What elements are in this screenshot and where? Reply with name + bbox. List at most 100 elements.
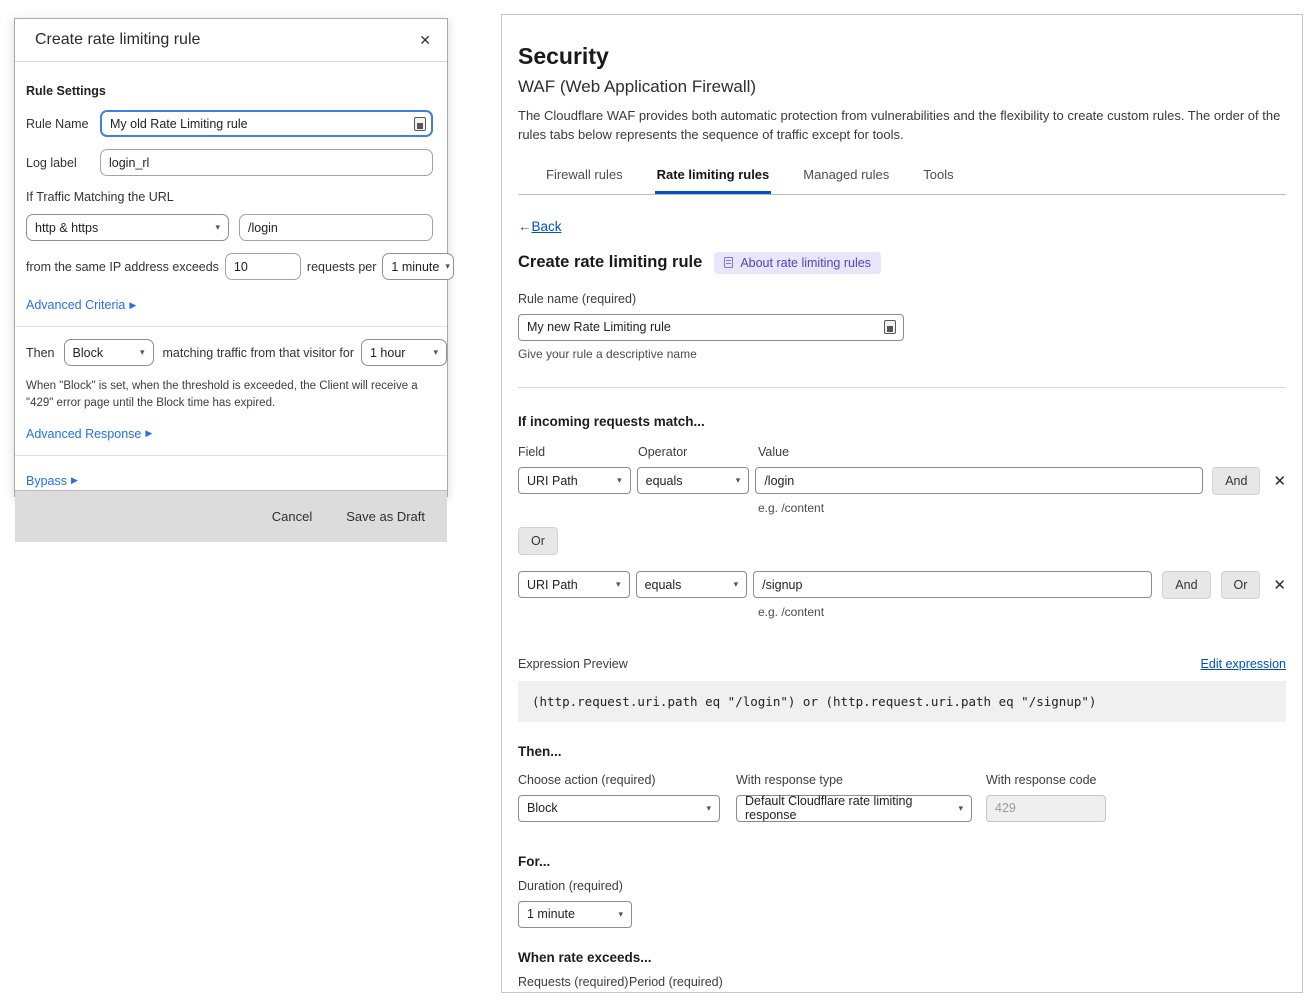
remove-row-icon[interactable]: ✕	[1273, 472, 1286, 490]
rule-name-input[interactable]	[100, 110, 433, 137]
log-label-label: Log label	[26, 156, 100, 170]
threshold-row: from the same IP address exceeds request…	[26, 253, 433, 280]
disclosure-icon: ▶	[71, 475, 78, 486]
form-title: Create rate limiting rule	[518, 253, 702, 272]
chevron-down-icon: ▾	[616, 579, 621, 590]
value-column-label: Value	[758, 445, 789, 459]
chevron-down-icon: ▾	[445, 261, 450, 272]
or-button[interactable]: Or	[1221, 571, 1261, 599]
then-row: Then Block ▾ matching traffic from that …	[26, 339, 433, 366]
then-label: Then	[26, 346, 55, 360]
back-arrow-icon: ←	[518, 219, 532, 234]
modal-header: Create rate limiting rule ✕	[15, 19, 447, 62]
then-middle: matching traffic from that visitor for	[163, 346, 355, 360]
chevron-down-icon: ▾	[958, 803, 963, 814]
and-button[interactable]: And	[1212, 467, 1260, 495]
expression-code: (http.request.uri.path eq "/login") or (…	[518, 681, 1286, 722]
screen: Create rate limiting rule ✕ Rule Setting…	[0, 0, 1316, 1003]
requests-input[interactable]	[225, 253, 301, 280]
log-label-input[interactable]	[100, 149, 433, 176]
choose-action-select[interactable]: Block ▾	[518, 795, 720, 822]
response-type-label: With response type	[736, 773, 986, 787]
create-rate-limiting-rule-modal: Create rate limiting rule ✕ Rule Setting…	[14, 18, 448, 497]
autofill-icon[interactable]	[884, 320, 896, 334]
rule-name-row: Rule Name	[26, 110, 433, 137]
advanced-criteria-link[interactable]: Advanced Criteria ▶	[26, 298, 136, 312]
tab-tools[interactable]: Tools	[921, 161, 955, 194]
chevron-down-icon: ▾	[734, 579, 739, 590]
bypass-link[interactable]: Bypass ▶	[26, 474, 78, 488]
for-heading: For...	[518, 854, 1286, 869]
duration-label: Duration (required)	[518, 879, 1286, 893]
operator-select[interactable]: equals ▾	[637, 467, 750, 494]
field-select[interactable]: URI Path ▾	[518, 467, 631, 494]
rule-name-label: Rule Name	[26, 117, 100, 131]
chevron-down-icon: ▾	[706, 803, 711, 814]
action-select[interactable]: Block ▾	[64, 339, 154, 366]
log-label-row: Log label	[26, 149, 433, 176]
tab-rate-limiting-rules[interactable]: Rate limiting rules	[655, 161, 772, 194]
requests-label: Requests (required)	[518, 975, 629, 989]
value-input[interactable]	[753, 571, 1152, 598]
page-subtitle: WAF (Web Application Firewall)	[518, 77, 1286, 97]
close-icon[interactable]: ✕	[419, 33, 431, 47]
disclosure-icon: ▶	[145, 428, 152, 439]
url-input[interactable]	[239, 214, 433, 241]
chevron-down-icon: ▾	[617, 475, 622, 486]
modal-footer: Cancel Save as Draft	[15, 490, 447, 542]
value-helper: e.g. /content	[758, 605, 1286, 619]
page-title: Security	[518, 43, 1286, 70]
divider	[15, 326, 447, 327]
rule-name-helper: Give your rule a descriptive name	[518, 347, 1286, 361]
chevron-down-icon: ▾	[736, 475, 741, 486]
rate-heading: When rate exceeds...	[518, 950, 1286, 965]
or-connector-button[interactable]: Or	[518, 527, 558, 555]
edit-expression-link[interactable]: Edit expression	[1201, 657, 1286, 671]
match-row: URI Path ▾ equals ▾ And ✕	[518, 467, 1286, 495]
traffic-matching-heading: If Traffic Matching the URL	[26, 190, 433, 204]
field-select[interactable]: URI Path ▾	[518, 571, 630, 598]
rules-tabs: Firewall rules Rate limiting rules Manag…	[518, 161, 1286, 195]
period-label: Period (required)	[629, 975, 723, 989]
operator-column-label: Operator	[638, 445, 758, 459]
about-rate-limiting-badge[interactable]: About rate limiting rules	[714, 252, 881, 274]
advanced-response-link[interactable]: Advanced Response ▶	[26, 427, 152, 441]
rule-name-input[interactable]	[518, 314, 904, 341]
block-note: When "Block" is set, when the threshold …	[26, 378, 433, 413]
scheme-select[interactable]: http & https ▾	[26, 214, 229, 241]
rule-name-label: Rule name (required)	[518, 292, 1286, 306]
back-link[interactable]: ← Back	[518, 219, 562, 234]
block-duration-select[interactable]: 1 hour ▾	[361, 339, 447, 366]
disclosure-icon: ▶	[129, 300, 136, 311]
value-helper: e.g. /content	[758, 501, 1286, 515]
rule-settings-heading: Rule Settings	[26, 84, 433, 98]
tab-managed-rules[interactable]: Managed rules	[801, 161, 891, 194]
and-button[interactable]: And	[1162, 571, 1210, 599]
save-as-draft-button[interactable]: Save as Draft	[346, 509, 425, 524]
expression-preview-label: Expression Preview	[518, 657, 628, 671]
field-column-label: Field	[518, 445, 638, 459]
cancel-button[interactable]: Cancel	[272, 509, 312, 524]
url-match-row: http & https ▾	[26, 214, 433, 241]
response-code-label: With response code	[986, 773, 1096, 787]
security-waf-panel: Security WAF (Web Application Firewall) …	[501, 14, 1303, 993]
response-type-select[interactable]: Default Cloudflare rate limiting respons…	[736, 795, 972, 822]
tab-firewall-rules[interactable]: Firewall rules	[544, 161, 625, 194]
divider	[15, 455, 447, 456]
period-select[interactable]: 1 minute ▾	[382, 253, 454, 280]
threshold-prefix: from the same IP address exceeds	[26, 260, 219, 274]
autofill-icon[interactable]	[414, 117, 426, 131]
match-row: URI Path ▾ equals ▾ And Or ✕	[518, 571, 1286, 599]
remove-row-icon[interactable]: ✕	[1273, 576, 1286, 594]
response-code-input	[986, 795, 1106, 822]
modal-title: Create rate limiting rule	[35, 31, 200, 49]
chevron-down-icon: ▾	[140, 347, 145, 358]
chevron-down-icon: ▾	[433, 347, 438, 358]
value-input[interactable]	[755, 467, 1203, 494]
then-heading: Then...	[518, 744, 1286, 759]
duration-select[interactable]: 1 minute ▾	[518, 901, 632, 928]
choose-action-label: Choose action (required)	[518, 773, 736, 787]
page-description: The Cloudflare WAF provides both automat…	[518, 107, 1286, 145]
operator-select[interactable]: equals ▾	[636, 571, 748, 598]
chevron-down-icon: ▾	[618, 909, 623, 920]
